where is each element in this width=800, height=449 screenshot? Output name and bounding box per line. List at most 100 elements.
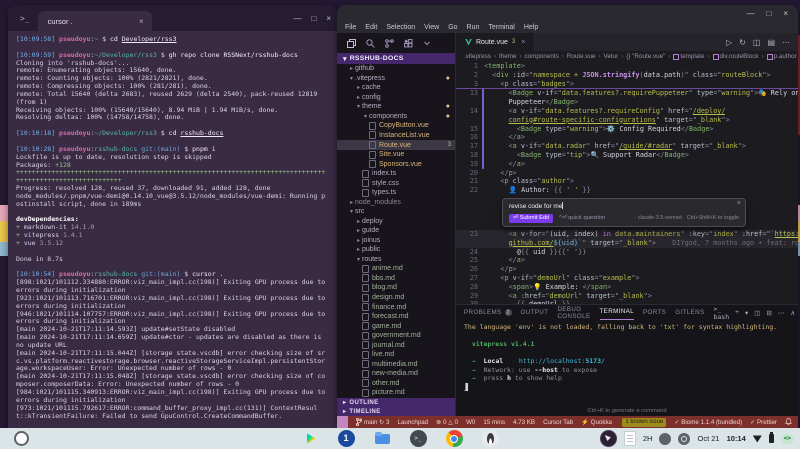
- code-line[interactable]: 13 <Badge v-if="data.features?.requirePu…: [456, 89, 798, 98]
- menu-item-terminal[interactable]: Terminal: [488, 24, 514, 31]
- breadcrumb-item[interactable]: components: [524, 53, 558, 60]
- status-item[interactable]: 4.73 KB: [513, 418, 535, 426]
- widget-close-icon[interactable]: ×: [737, 200, 741, 209]
- menu-item-selection[interactable]: Selection: [386, 24, 415, 31]
- menu-item-run[interactable]: Run: [467, 24, 480, 31]
- code-line[interactable]: 14 <a v-if="data.features?.requireConfig…: [456, 107, 798, 116]
- code-line[interactable]: 2 <div :id="namespace + JSON.stringify(d…: [456, 71, 798, 80]
- remote-indicator[interactable]: [337, 416, 348, 428]
- widget-input[interactable]: revise code for me: [509, 202, 739, 211]
- explorer-root-folder[interactable]: ▾ RSSHUB-DOCS: [337, 53, 455, 64]
- tab-route-vue[interactable]: Route.vue 3 ×: [456, 33, 535, 51]
- dropdown-icon[interactable]: ▾: [745, 309, 748, 317]
- code-line[interactable]: 3 <p class="badges">: [456, 80, 798, 89]
- tree-item-route.vue[interactable]: Route.vue3: [337, 140, 455, 150]
- breadcrumb-item[interactable]: .vitepress: [464, 53, 491, 60]
- menu-item-help[interactable]: Help: [524, 24, 538, 31]
- tree-item-forecast.md[interactable]: forecast.md: [337, 312, 455, 322]
- tree-item-other.md[interactable]: other.md: [337, 379, 455, 389]
- maximize-icon[interactable]: □: [311, 14, 316, 23]
- model-selector[interactable]: · claude-3.5-sonnet: [634, 214, 681, 223]
- shell-selector[interactable]: >_ bash: [713, 305, 729, 321]
- split-terminal-icon[interactable]: ◫: [754, 309, 760, 317]
- tree-item-cache[interactable]: ▸cache: [337, 83, 455, 93]
- code-line[interactable]: 29 <a :href="demoUrl" target="_blank">: [456, 292, 798, 301]
- breadcrumb-item[interactable]: div.routeBlock: [713, 53, 759, 60]
- tab-close-icon[interactable]: ×: [521, 39, 525, 46]
- panel-tab-gitlens[interactable]: GITLENS: [675, 306, 704, 320]
- record-status-icon[interactable]: [678, 433, 690, 445]
- panel-tab-ports[interactable]: PORTS: [643, 306, 666, 320]
- code-line[interactable]: 22 👤 Author: {{ ' ' }}: [456, 186, 798, 195]
- timeline-section[interactable]: ▸ TIMELINE: [337, 407, 455, 416]
- linux-penguin-icon[interactable]: [482, 430, 499, 447]
- doc-app-icon[interactable]: [624, 431, 636, 446]
- tree-item-guide[interactable]: ▸guide: [337, 226, 455, 236]
- code-line[interactable]: config#route-specific-configurations" ta…: [456, 116, 798, 125]
- tree-item-site.vue[interactable]: Site.vue: [337, 150, 455, 160]
- known-issue-badge[interactable]: 1 known issue: [622, 418, 666, 427]
- tree-item-journal.md[interactable]: journal.md: [337, 340, 455, 350]
- status-item[interactable]: ✓ Prettier: [750, 419, 777, 426]
- chevron-down-icon[interactable]: [423, 39, 431, 47]
- terminal-tab[interactable]: cursor . ×: [38, 11, 152, 31]
- status-item[interactable]: W0: [466, 418, 475, 426]
- tree-item-copybutton.vue[interactable]: CopyButton.vue: [337, 121, 455, 131]
- tree-item-node_modules[interactable]: ▸node_modules: [337, 197, 455, 207]
- status-item[interactable]: ⚡ Quokka: [581, 418, 612, 426]
- terminal-output[interactable]: [10:09:58] pseudoyu:~ $ cd Developer/rss…: [8, 31, 337, 426]
- layout-icon[interactable]: ▤: [767, 38, 775, 47]
- tree-item-game.md[interactable]: game.md: [337, 321, 455, 331]
- more-actions-icon[interactable]: ⋯: [782, 38, 790, 47]
- search-icon[interactable]: [366, 39, 375, 48]
- integrated-terminal[interactable]: The language 'env' is not loaded, fallin…: [456, 320, 798, 416]
- chrome-icon[interactable]: [446, 430, 463, 447]
- status-item[interactable]: Launchpad: [397, 418, 428, 426]
- code-line[interactable]: 1<template>: [456, 62, 798, 71]
- panel-tab-output[interactable]: OUTPUT: [521, 306, 549, 320]
- crostini-terminal-icon[interactable]: [410, 430, 427, 447]
- breadcrumb-item[interactable]: p.author: [767, 53, 797, 60]
- tree-item-theme[interactable]: ▾theme●: [337, 102, 455, 112]
- linux-vm-badge[interactable]: <>: [781, 434, 794, 444]
- terminal-tab-close-icon[interactable]: ×: [139, 17, 144, 26]
- files-app-icon[interactable]: [374, 430, 391, 447]
- tree-item-live.md[interactable]: live.md: [337, 350, 455, 360]
- tree-item-design.md[interactable]: design.md: [337, 293, 455, 303]
- minimize-icon[interactable]: —: [293, 14, 301, 23]
- code-line[interactable]: 25 </a>: [456, 256, 798, 265]
- tree-item-config[interactable]: ▸config: [337, 93, 455, 103]
- status-item[interactable]: Cursor Tab: [543, 418, 573, 426]
- code-line[interactable]: 26 </p>: [456, 265, 798, 274]
- menu-item-view[interactable]: View: [424, 24, 439, 31]
- code-line[interactable]: 16 </a>: [456, 133, 798, 142]
- breadcrumb-item[interactable]: Route.vue: [567, 53, 596, 60]
- 1password-icon[interactable]: [338, 430, 355, 447]
- maximize-panel-icon[interactable]: ∧: [790, 309, 795, 317]
- minimize-icon[interactable]: —: [746, 9, 754, 18]
- status-item[interactable]: 15 mins: [483, 418, 505, 426]
- tree-item-multimedia.md[interactable]: multimedia.md: [337, 359, 455, 369]
- code-editor[interactable]: 1<template>2 <div :id="namespace + JSON.…: [456, 62, 798, 304]
- panel-tab-terminal[interactable]: TERMINAL: [600, 306, 635, 320]
- git-branch-indicator[interactable]: main ↻ 3: [356, 418, 389, 426]
- code-line[interactable]: 18 <Badge type="tip">🔍 Support Radar</Ba…: [456, 151, 798, 160]
- refresh-icon[interactable]: ↻: [739, 38, 746, 47]
- extensions-icon[interactable]: [404, 39, 413, 48]
- breadcrumb-item[interactable]: template: [673, 53, 704, 60]
- tree-item-bbs.md[interactable]: bbs.md: [337, 274, 455, 284]
- status-item[interactable]: ✓ Biome 1.1.4 (bundled): [674, 419, 742, 426]
- tree-item-joinus[interactable]: ▸joinus: [337, 236, 455, 246]
- tree-item-public[interactable]: ▸public: [337, 245, 455, 255]
- outline-section[interactable]: ▸ OUTLINE: [337, 398, 455, 407]
- cursor-app-icon[interactable]: [600, 430, 617, 447]
- maximize-icon[interactable]: □: [766, 9, 771, 18]
- tree-item-components[interactable]: ▾components●: [337, 112, 455, 122]
- run-icon[interactable]: ▷: [726, 38, 732, 47]
- code-line[interactable]: 17 <a v-if="data.radar" href="/guide/#ra…: [456, 142, 798, 151]
- menu-item-edit[interactable]: Edit: [365, 24, 377, 31]
- clock[interactable]: 10:14: [727, 434, 746, 443]
- tree-item-sponsors.vue[interactable]: Sponsors.vue: [337, 159, 455, 169]
- breadcrumb-item[interactable]: Vetur: [604, 53, 619, 60]
- tree-item-blog.md[interactable]: blog.md: [337, 283, 455, 293]
